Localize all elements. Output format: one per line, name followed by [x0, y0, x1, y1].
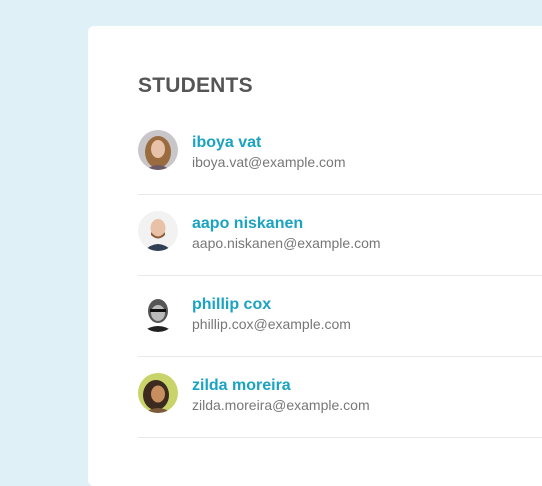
list-item: iboya vat iboya.vat@example.com — [138, 114, 542, 195]
student-name-link[interactable]: zilda moreira — [192, 377, 291, 395]
student-name-link[interactable]: phillip cox — [192, 296, 271, 314]
avatar — [138, 292, 178, 332]
student-email: aapo.niskanen@example.com — [192, 235, 381, 251]
page-title: STUDENTS — [138, 74, 253, 97]
student-list: iboya vat iboya.vat@example.com aapo nis… — [138, 114, 542, 438]
avatar — [138, 211, 178, 251]
list-item: phillip cox phillip.cox@example.com — [138, 276, 542, 357]
avatar — [138, 373, 178, 413]
student-name-link[interactable]: iboya vat — [192, 134, 261, 152]
list-item: zilda moreira zilda.moreira@example.com — [138, 357, 542, 438]
list-item: aapo niskanen aapo.niskanen@example.com — [138, 195, 542, 276]
students-card: STUDENTS iboya vat iboya.vat@example.com — [88, 26, 542, 486]
student-email: iboya.vat@example.com — [192, 154, 346, 170]
student-name-link[interactable]: aapo niskanen — [192, 215, 303, 233]
student-email: phillip.cox@example.com — [192, 316, 351, 332]
student-email: zilda.moreira@example.com — [192, 397, 370, 413]
avatar — [138, 130, 178, 170]
